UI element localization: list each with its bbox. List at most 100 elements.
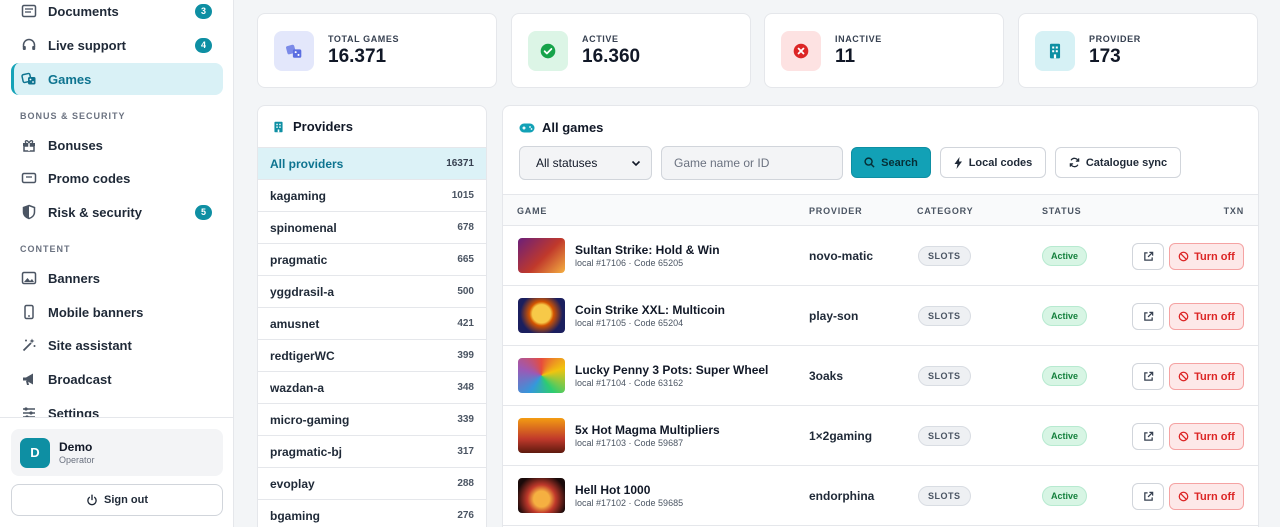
status-badge: Active (1042, 366, 1088, 386)
table-row[interactable]: Coin Strike XXL: Multicoin local #17105 … (503, 286, 1258, 346)
sidebar-item-mobile-banners[interactable]: Mobile banners (11, 296, 223, 328)
phone-icon (20, 303, 38, 321)
game-provider: 1×2gaming (809, 429, 873, 443)
provider-item[interactable]: bgaming 276 (258, 500, 486, 527)
game-name: Hell Hot 1000 (575, 483, 651, 497)
sync-icon (1069, 157, 1080, 168)
provider-item[interactable]: amusnet 421 (258, 308, 486, 340)
column-header-txn: TXN (1223, 206, 1244, 216)
external-link-icon (1143, 431, 1153, 441)
turn-off-label: Turn off (1194, 370, 1235, 383)
table-header: GAME PROVIDER CATEGORY STATUS TXN (503, 194, 1258, 226)
sidebar-item-documents[interactable]: Documents 3 (11, 0, 223, 27)
stat-card-total-games: TOTAL GAMES 16.371 (257, 13, 497, 88)
status-badge: Active (1042, 246, 1088, 266)
provider-count: 348 (457, 382, 474, 393)
search-button[interactable]: Search (851, 147, 931, 178)
provider-item[interactable]: kagaming 1015 (258, 180, 486, 212)
provider-name: bgaming (270, 508, 320, 523)
sidebar-item-risk-security[interactable]: Risk & security 5 (11, 196, 223, 228)
sidebar-item-settings[interactable]: Settings (11, 397, 223, 417)
chevron-down-icon (631, 160, 641, 167)
table-row[interactable]: 5x Hot Magma Multipliers local #17103 · … (503, 406, 1258, 466)
provider-item[interactable]: evoplay 288 (258, 468, 486, 500)
catalogue-sync-button[interactable]: Catalogue sync (1055, 147, 1181, 178)
sidebar-item-site-assistant[interactable]: Site assistant (11, 329, 223, 361)
x-circle-icon (781, 30, 821, 71)
stat-value: 16.360 (582, 45, 641, 67)
turn-off-label: Turn off (1194, 490, 1235, 503)
sidebar-item-label: Promo codes (48, 170, 131, 186)
sidebar-item-label: Broadcast (48, 371, 112, 387)
game-thumbnail (518, 298, 565, 333)
open-external-button[interactable] (1132, 243, 1164, 270)
game-name: Lucky Penny 3 Pots: Super Wheel (575, 363, 769, 377)
dice-icon (20, 70, 38, 88)
provider-count: 421 (457, 318, 474, 329)
user-info: Demo Operator (59, 440, 95, 465)
dice-icon (274, 30, 314, 71)
document-icon (20, 2, 38, 20)
provider-item[interactable]: yggdrasil-a 500 (258, 276, 486, 308)
ban-icon (1178, 431, 1189, 442)
provider-count: 665 (457, 254, 474, 265)
local-codes-button[interactable]: Local codes (940, 147, 1046, 178)
provider-count: 317 (457, 446, 474, 457)
providers-header: Providers (258, 106, 486, 148)
open-external-button[interactable] (1132, 303, 1164, 330)
provider-item[interactable]: wazdan-a 348 (258, 372, 486, 404)
check-circle-icon (528, 30, 568, 71)
provider-item[interactable]: redtigerWC 399 (258, 340, 486, 372)
table-row[interactable]: Hell Hot 1000 local #17102 · Code 59685 … (503, 466, 1258, 526)
sidebar-item-banners[interactable]: Banners (11, 262, 223, 294)
games-title: All games (542, 120, 604, 135)
provider-item[interactable]: pragmatic 665 (258, 244, 486, 276)
search-button-label: Search (881, 156, 918, 169)
sidebar-item-games[interactable]: Games (11, 63, 223, 95)
game-thumbnail (518, 238, 565, 273)
turn-off-button[interactable]: Turn off (1169, 483, 1244, 510)
provider-item[interactable]: All providers 16371 (258, 148, 486, 180)
column-header-game: GAME (517, 206, 548, 216)
section-heading-bonus-security: BONUS & SECURITY (20, 111, 126, 121)
game-provider: play-son (809, 309, 859, 323)
building-icon (1035, 30, 1075, 71)
open-external-button[interactable] (1132, 423, 1164, 450)
search-input[interactable] (661, 146, 843, 180)
sidebar-item-label: Banners (48, 270, 101, 286)
turn-off-button[interactable]: Turn off (1169, 243, 1244, 270)
status-filter-value: All statuses (536, 156, 598, 170)
sidebar-item-promo-codes[interactable]: Promo codes (11, 162, 223, 194)
notification-badge: 4 (195, 37, 212, 53)
provider-item[interactable]: spinomenal 678 (258, 212, 486, 244)
game-thumbnail (518, 478, 565, 513)
sidebar-item-broadcast[interactable]: Broadcast (11, 363, 223, 395)
turn-off-button[interactable]: Turn off (1169, 423, 1244, 450)
provider-name: All providers (270, 156, 344, 171)
turn-off-button[interactable]: Turn off (1169, 303, 1244, 330)
catalogue-sync-label: Catalogue sync (1085, 156, 1168, 169)
game-meta: local #17103 · Code 59687 (575, 438, 684, 448)
ban-icon (1178, 311, 1189, 322)
user-card[interactable]: D Demo Operator (11, 429, 223, 476)
table-row[interactable]: Lucky Penny 3 Pots: Super Wheel local #1… (503, 346, 1258, 406)
provider-item[interactable]: pragmatic-bj 317 (258, 436, 486, 468)
stat-label: ACTIVE (582, 33, 619, 44)
stat-card-provider: PROVIDER 173 (1018, 13, 1258, 88)
provider-name: evoplay (270, 476, 315, 491)
stat-card-active: ACTIVE 16.360 (511, 13, 751, 88)
status-badge: Active (1042, 486, 1088, 506)
sidebar-item-live-support[interactable]: Live support 4 (11, 29, 223, 61)
open-external-button[interactable] (1132, 363, 1164, 390)
sign-out-button[interactable]: Sign out (11, 484, 223, 516)
status-filter-select[interactable]: All statuses (519, 146, 652, 180)
provider-item[interactable]: micro-gaming 339 (258, 404, 486, 436)
sidebar-item-bonuses[interactable]: Bonuses (11, 129, 223, 161)
stat-value: 16.371 (328, 45, 387, 67)
table-row[interactable]: Sultan Strike: Hold & Win local #17106 ·… (503, 226, 1258, 286)
local-codes-label: Local codes (968, 156, 1033, 169)
column-header-status: STATUS (1042, 206, 1082, 216)
game-name: 5x Hot Magma Multipliers (575, 423, 720, 437)
turn-off-button[interactable]: Turn off (1169, 363, 1244, 390)
open-external-button[interactable] (1132, 483, 1164, 510)
